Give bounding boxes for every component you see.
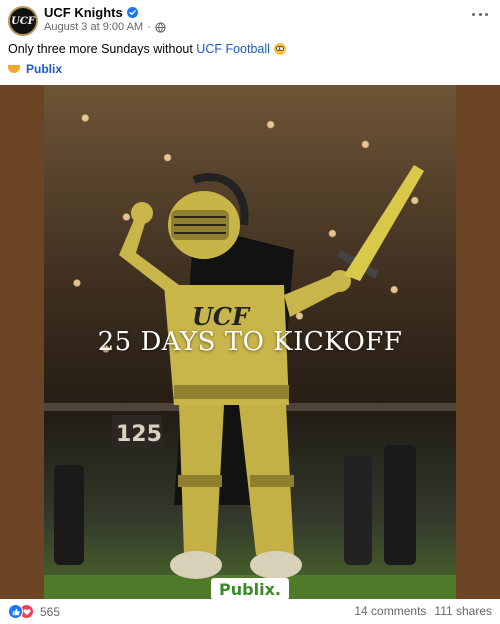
page-name-label[interactable]: UCF Knights bbox=[44, 5, 123, 20]
post-text-body: Only three more Sundays without bbox=[8, 42, 197, 56]
handshake-icon bbox=[8, 65, 20, 73]
avatar[interactable]: UCF bbox=[8, 6, 38, 36]
post-header: UCF UCF Knights August 3 at 9:00 AM · bbox=[0, 0, 500, 40]
shares-count[interactable]: 111 shares bbox=[434, 604, 492, 618]
meta-separator: · bbox=[147, 21, 151, 33]
post-photo[interactable]: 125 UCF 25 DAYS TO KICKOFF Publix. bbox=[44, 85, 456, 599]
post-date[interactable]: August 3 at 9:00 AM bbox=[44, 21, 143, 33]
comments-count[interactable]: 14 comments bbox=[354, 604, 426, 618]
like-reaction-icon bbox=[8, 604, 23, 619]
publix-logo: Publix. bbox=[211, 578, 289, 599]
avatar-text: UCF bbox=[11, 15, 35, 27]
post-meta: August 3 at 9:00 AM · bbox=[44, 21, 166, 33]
reactions-summary[interactable]: 565 bbox=[8, 604, 60, 619]
globe-icon bbox=[155, 21, 166, 33]
post-media[interactable]: 125 UCF 25 DAYS TO KICKOFF Publix. bbox=[0, 85, 500, 599]
kickoff-countdown-title: 25 DAYS TO KICKOFF bbox=[97, 327, 403, 357]
ucf-football-link[interactable]: UCF Football bbox=[196, 42, 270, 56]
post-text: Only three more Sundays without UCF Foot… bbox=[8, 42, 286, 56]
more-options-icon[interactable] bbox=[472, 10, 488, 18]
engagement-stats: 14 comments 111 shares bbox=[354, 604, 492, 618]
flushed-emoji-icon bbox=[273, 43, 286, 55]
post-footer: 565 14 comments 111 shares bbox=[0, 600, 500, 624]
page-name[interactable]: UCF Knights bbox=[44, 5, 138, 20]
verified-badge-icon bbox=[126, 7, 138, 18]
sponsor-tag: Publix bbox=[8, 62, 62, 76]
sponsor-link[interactable]: Publix bbox=[26, 62, 62, 76]
reaction-count[interactable]: 565 bbox=[40, 605, 60, 619]
stadium-sign-text: 125 bbox=[116, 422, 162, 447]
